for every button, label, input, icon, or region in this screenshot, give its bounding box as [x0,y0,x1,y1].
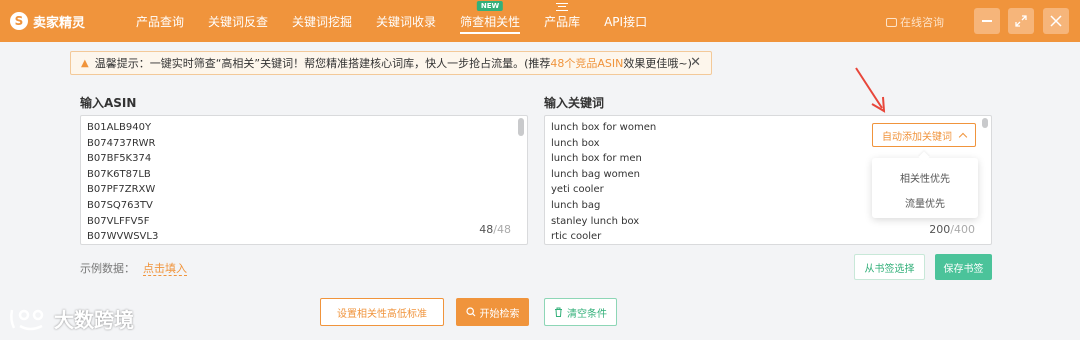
tip-prefix: 温馨提示：一键实时筛查“高相关”关键词！帮您精准搭建核心词库，快人一步抢占流量。… [94,57,551,70]
nav-item-label: 关键词反查 [208,14,269,29]
clear-conditions-label: 清空条件 [567,308,607,320]
tip-text: 温馨提示：一键实时筛查“高相关”关键词！帮您精准搭建核心词库，快人一步抢占流量。… [95,55,692,71]
app-logo[interactable]: S 卖家精灵 [10,12,110,31]
online-consult-link[interactable]: 在线咨询 [886,14,944,30]
tip-banner: ▲ 温馨提示：一键实时筛查“高相关”关键词！帮您精准搭建核心词库，快人一步抢占流… [70,51,712,75]
annotation-arrow-icon [855,67,886,113]
nav-item-product-query[interactable]: 产品查询 [124,0,196,42]
nav-item-label: API接口 [604,14,648,29]
clear-conditions-button[interactable]: 清空条件 [544,298,617,326]
keyword-counter: 200/400 [929,223,975,236]
close-icon [1050,15,1062,27]
logo-icon: S [10,12,28,30]
watermark-logo-icon [10,309,44,330]
close-button[interactable] [1043,8,1069,34]
nav-item-label: 筛查相关性 [460,14,521,29]
auto-add-keywords-button[interactable]: 自动添加关键词 [872,123,976,147]
tip-close-icon[interactable]: ✕ [690,55,701,70]
set-relevance-threshold-button[interactable]: 设置相关性高低标准 [320,298,444,326]
menu-lines-icon [556,3,569,11]
expand-icon [1015,15,1027,27]
nav-item-relevance-screening[interactable]: NEW 筛查相关性 [448,0,532,42]
chevron-up-icon [958,132,968,141]
minimize-button[interactable] [974,8,1000,34]
asin-scrollbar[interactable] [518,118,524,136]
start-search-button[interactable]: 开始检索 [456,298,529,326]
trash-icon [555,307,562,317]
watermark: 大数跨境 [8,304,134,333]
asin-textarea[interactable]: B01ALB940Y B074737RWR B07BF5K374 B07K6T87LB… [80,115,528,245]
asin-line: B074737RWR [87,137,156,149]
nav-item-keyword-index[interactable]: 关键词收录 [364,0,448,42]
nav-item-label: 关键词挖掘 [292,14,353,29]
dropdown-option-traffic-first[interactable]: 流量优先 [872,195,978,210]
asin-list: B01ALB940Y B074737RWR B07BF5K374 B07K6T87LB… [81,116,527,244]
nav-item-label: 关键词收录 [376,14,437,29]
search-icon [465,307,475,317]
keyword-count: 200 [929,223,951,236]
keyword-section-title: 输入关键词 [544,96,605,110]
dropdown-option-relevance-first[interactable]: 相关性优先 [872,170,978,185]
consult-label: 在线咨询 [900,16,944,29]
asin-line: B07BF5K374 [87,153,152,165]
keyword-max: /400 [950,223,975,236]
watermark-text: 大数跨境 [54,308,134,332]
asin-max: /48 [493,223,511,236]
asin-line: B01ALB940Y [87,122,152,133]
nav-item-api[interactable]: API接口 [592,0,659,42]
new-badge: NEW [476,1,504,11]
nav-item-label: 产品查询 [136,14,185,29]
asin-line: B07WVWSVL3 [87,231,159,243]
keyword-scrollbar[interactable] [982,118,988,128]
asin-section-title: 输入ASIN [80,96,137,110]
save-bookmark-button[interactable]: 保存书签 [935,254,992,280]
nav-item-label: 产品库 [544,14,581,29]
auto-add-dropdown: 相关性优先 流量优先 [872,158,978,218]
chat-icon [886,17,897,27]
main-nav: 产品查询 关键词反查 关键词挖掘 关键词收录 NEW 筛查相关性 产品库 API… [124,0,659,42]
asin-line: B07K6T87LB [87,168,151,180]
tip-suffix: 效果更佳哦~) [623,57,692,70]
asin-line: B07VLFFV5F [87,215,150,227]
nav-item-product-library[interactable]: 产品库 [532,0,592,42]
example-label: 示例数据： [80,262,135,275]
app-name: 卖家精灵 [33,15,86,31]
tip-highlight: 48个竞品ASIN [550,57,624,70]
nav-item-keyword-reverse[interactable]: 关键词反查 [196,0,280,42]
start-search-label: 开始检索 [479,308,520,320]
example-data-row: 示例数据： 点击填入 [80,260,187,276]
megaphone-icon: ▲ [81,57,89,69]
select-from-bookmark-button[interactable]: 从书签选择 [854,254,925,280]
example-fill-link[interactable]: 点击填入 [143,262,187,276]
nav-item-keyword-mining[interactable]: 关键词挖掘 [280,0,364,42]
asin-count: 48 [479,223,494,236]
maximize-button[interactable] [1008,8,1034,34]
asin-line: B07SQ763TV [87,199,153,211]
auto-add-label: 自动添加关键词 [882,131,952,143]
top-navigation-bar: S 卖家精灵 产品查询 关键词反查 关键词挖掘 关键词收录 NEW 筛查相关性 … [0,0,1080,42]
asin-line: B07PF7ZRXW [87,184,156,196]
keyword-line: rtic cooler [551,231,602,243]
asin-counter: 48/48 [479,223,511,236]
